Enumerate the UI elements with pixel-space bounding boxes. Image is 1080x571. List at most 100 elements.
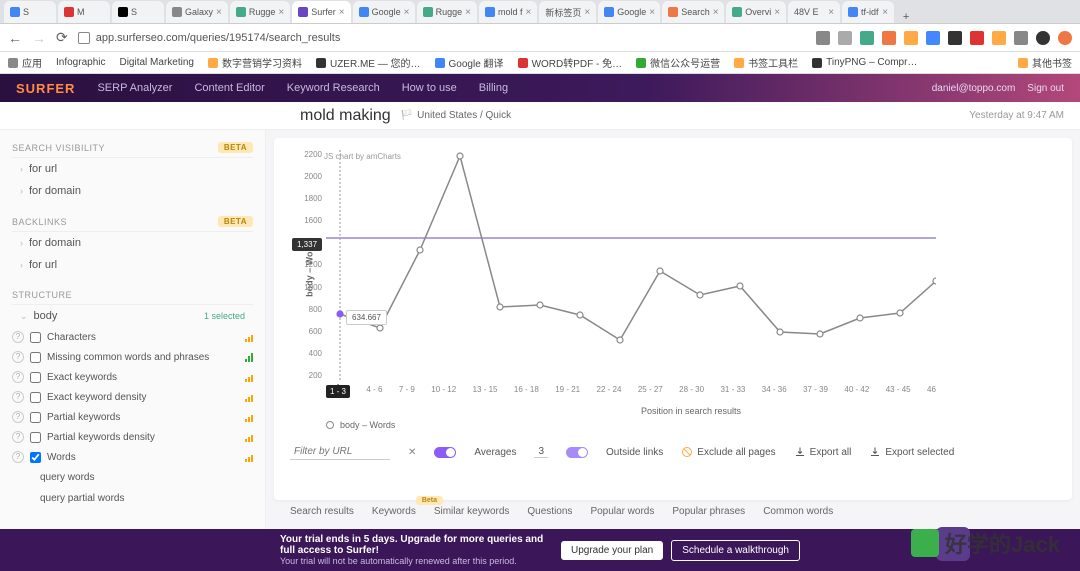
bookmark[interactable]: Google 翻译: [435, 55, 504, 70]
tab[interactable]: Google×: [598, 1, 660, 23]
new-tab-button[interactable]: +: [896, 11, 916, 23]
help-icon[interactable]: ?: [12, 351, 24, 363]
tab[interactable]: Rugge×: [417, 1, 477, 23]
metric-words[interactable]: ?Words: [12, 447, 253, 467]
metric-checkbox[interactable]: [30, 332, 41, 343]
sidebar-item-for-url[interactable]: ›for url: [12, 158, 253, 180]
ext-icon[interactable]: [882, 31, 896, 45]
metric-characters[interactable]: ?Characters: [12, 327, 253, 347]
help-icon[interactable]: ?: [12, 451, 24, 463]
metric-checkbox[interactable]: [30, 392, 41, 403]
tab[interactable]: 48V E×: [788, 1, 840, 23]
line-chart[interactable]: [326, 150, 936, 380]
bookmark[interactable]: Digital Marketing: [119, 57, 193, 68]
sub-query-words[interactable]: query words: [12, 467, 253, 488]
address-field[interactable]: app.surferseo.com/queries/195174/search_…: [78, 32, 341, 44]
bookmark[interactable]: UZER.ME — 您的…: [316, 55, 421, 70]
bookmark[interactable]: TinyPNG – Compr…: [812, 57, 917, 68]
ext-icon[interactable]: [904, 31, 918, 45]
sidebar-item-for-domain[interactable]: ›for domain: [12, 180, 253, 202]
tab[interactable]: Google×: [353, 1, 415, 23]
bookmark[interactable]: 微信公众号运营: [636, 55, 720, 70]
help-icon[interactable]: ?: [12, 411, 24, 423]
signout-link[interactable]: Sign out: [1027, 83, 1064, 94]
metric-checkbox[interactable]: [30, 352, 41, 363]
logo: SURFER: [16, 81, 75, 96]
metric-checkbox[interactable]: [30, 432, 41, 443]
tab[interactable]: S: [112, 1, 164, 23]
metric-exact-keywords[interactable]: ?Exact keywords: [12, 367, 253, 387]
ext-icon[interactable]: [1058, 31, 1072, 45]
schedule-button[interactable]: Schedule a walkthrough: [671, 540, 800, 561]
tab[interactable]: Galaxy×: [166, 1, 228, 23]
metric-missing-words[interactable]: ?Missing common words and phrases: [12, 347, 253, 367]
chat-fab-icon[interactable]: [936, 527, 970, 561]
ext-icon[interactable]: [1014, 31, 1028, 45]
tab[interactable]: tf-idf×: [842, 1, 894, 23]
sidebar-item-body[interactable]: ⌄body1 selected: [12, 305, 253, 327]
sidebar-item-for-domain[interactable]: ›for domain: [12, 232, 253, 254]
tab-similar[interactable]: Similar keywords: [434, 506, 510, 517]
nav-keyword-research[interactable]: Keyword Research: [287, 82, 380, 94]
tab[interactable]: 新标签页×: [539, 1, 596, 23]
averages-toggle[interactable]: [434, 447, 456, 458]
ext-icon[interactable]: [838, 31, 852, 45]
tab-active[interactable]: Surfer×: [292, 1, 350, 23]
sidebar-item-for-url[interactable]: ›for url: [12, 254, 253, 276]
tab-search-results[interactable]: Search results: [290, 506, 354, 517]
metric-partial-keywords[interactable]: ?Partial keywords: [12, 407, 253, 427]
ext-icon[interactable]: [926, 31, 940, 45]
export-selected-button[interactable]: Export selected: [869, 446, 954, 458]
ext-icon[interactable]: [816, 31, 830, 45]
reload-icon[interactable]: ⟳: [56, 29, 68, 46]
nav-billing[interactable]: Billing: [479, 82, 508, 94]
bookmark[interactable]: WORD转PDF - 免…: [518, 55, 623, 70]
tab-keywords[interactable]: Keywords Beta: [372, 506, 416, 517]
help-icon[interactable]: ?: [12, 391, 24, 403]
bookmark[interactable]: 应用: [8, 55, 42, 70]
tab[interactable]: mold f×: [479, 1, 537, 23]
site-info-icon[interactable]: [78, 32, 90, 44]
ext-icon[interactable]: [970, 31, 984, 45]
help-icon[interactable]: ?: [12, 371, 24, 383]
help-icon[interactable]: ?: [12, 331, 24, 343]
bookmark[interactable]: Infographic: [56, 57, 105, 68]
ext-icon[interactable]: [992, 31, 1006, 45]
clear-filter-icon[interactable]: ✕: [408, 447, 416, 458]
nav-how-to-use[interactable]: How to use: [402, 82, 457, 94]
ext-icon[interactable]: [860, 31, 874, 45]
tab[interactable]: M: [58, 1, 110, 23]
bookmark[interactable]: 书签工具栏: [734, 55, 798, 70]
tab[interactable]: Search×: [662, 1, 724, 23]
help-icon[interactable]: ?: [12, 431, 24, 443]
tab-questions[interactable]: Questions: [527, 506, 572, 517]
metric-exact-density[interactable]: ?Exact keyword density: [12, 387, 253, 407]
upgrade-button[interactable]: Upgrade your plan: [561, 541, 663, 560]
tab[interactable]: S: [4, 1, 56, 23]
sub-query-partial[interactable]: query partial words: [12, 488, 253, 509]
exclude-all-button[interactable]: Exclude all pages: [681, 446, 775, 458]
outside-toggle[interactable]: [566, 447, 588, 458]
metric-partial-density[interactable]: ?Partial keywords density: [12, 427, 253, 447]
location-badge[interactable]: 🏳️ United States / Quick: [401, 110, 511, 121]
tab-popular-phrases[interactable]: Popular phrases: [672, 506, 745, 517]
tab[interactable]: Rugge×: [230, 1, 290, 23]
export-all-button[interactable]: Export all: [794, 446, 852, 458]
averages-value[interactable]: 3: [534, 446, 548, 458]
nav-content-editor[interactable]: Content Editor: [194, 82, 264, 94]
bookmark[interactable]: 其他书签: [1018, 55, 1072, 70]
filter-url-input[interactable]: [290, 444, 390, 460]
back-icon[interactable]: ←: [8, 30, 22, 46]
ext-icon[interactable]: [948, 31, 962, 45]
tab-popular-words[interactable]: Popular words: [590, 506, 654, 517]
tab[interactable]: Overvi×: [726, 1, 786, 23]
nav-serp-analyzer[interactable]: SERP Analyzer: [97, 82, 172, 94]
metric-checkbox[interactable]: [30, 412, 41, 423]
metric-checkbox[interactable]: [30, 452, 41, 463]
bookmark[interactable]: 数字营销学习资料: [208, 55, 302, 70]
user-email[interactable]: daniel@toppo.com: [932, 83, 1016, 94]
tab-common-words[interactable]: Common words: [763, 506, 833, 517]
avatar[interactable]: [1036, 31, 1050, 45]
forward-icon[interactable]: →: [32, 30, 46, 46]
metric-checkbox[interactable]: [30, 372, 41, 383]
